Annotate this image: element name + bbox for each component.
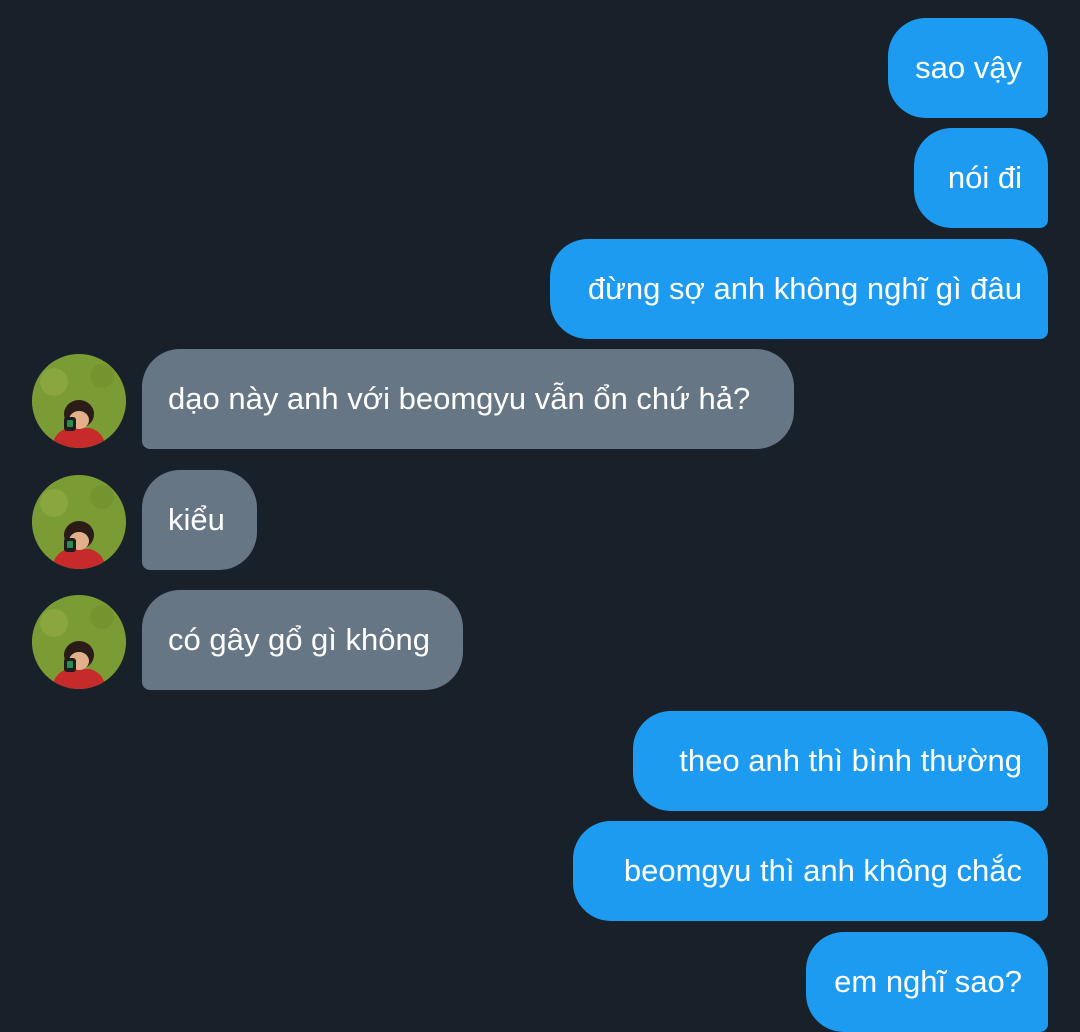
message-text: có gây gổ gì không	[168, 622, 430, 657]
message-bubble-outgoing[interactable]: theo anh thì bình thường	[633, 711, 1048, 811]
message-bubble-outgoing[interactable]: beomgyu thì anh không chắc	[573, 821, 1048, 921]
profile-photo-icon	[32, 475, 126, 569]
avatar[interactable]	[32, 595, 126, 689]
message-bubble-outgoing[interactable]: đừng sợ anh không nghĩ gì đâu	[550, 239, 1048, 339]
message-bubble-incoming[interactable]: dạo này anh với beomgyu vẫn ổn chứ hả?	[142, 349, 794, 449]
message-bubble-incoming[interactable]: có gây gổ gì không	[142, 590, 463, 690]
message-text: nói đi	[947, 160, 1022, 195]
message-bubble-outgoing[interactable]: sao vậy	[888, 18, 1048, 118]
message-text: đừng sợ anh không nghĩ gì đâu	[587, 271, 1022, 306]
message-text: beomgyu thì anh không chắc	[623, 853, 1022, 888]
avatar[interactable]	[32, 354, 126, 448]
message-text: kiểu	[168, 502, 225, 537]
profile-photo-icon	[32, 354, 126, 448]
message-bubble-incoming[interactable]: kiểu	[142, 470, 257, 570]
message-text: theo anh thì bình thường	[679, 743, 1022, 778]
message-bubble-outgoing[interactable]: em nghĩ sao?	[806, 932, 1048, 1032]
message-bubble-outgoing[interactable]: nói đi	[914, 128, 1048, 228]
profile-photo-icon	[32, 595, 126, 689]
message-text: dạo này anh với beomgyu vẫn ổn chứ hả?	[168, 381, 751, 416]
avatar[interactable]	[32, 475, 126, 569]
message-text: em nghĩ sao?	[834, 964, 1022, 999]
message-text: sao vậy	[915, 50, 1022, 85]
